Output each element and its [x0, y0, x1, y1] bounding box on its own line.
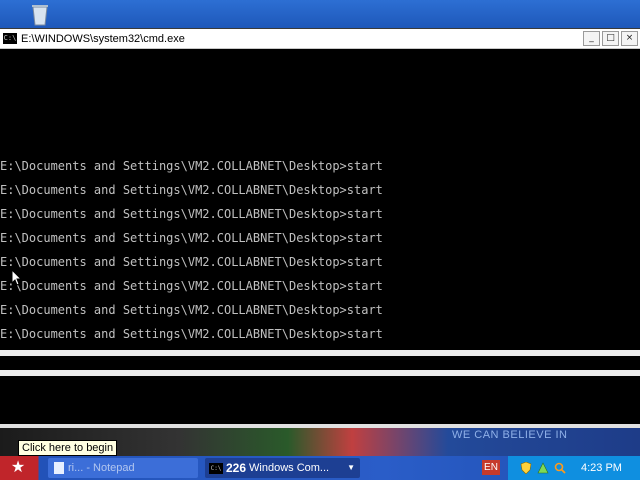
recycle-bin-icon[interactable]	[30, 2, 50, 26]
taskbar-cmd-group-button[interactable]: C:\ 226 Windows Com... ▼	[205, 458, 360, 478]
language-indicator[interactable]: EN	[482, 460, 500, 475]
network-icon[interactable]	[537, 462, 549, 474]
shield-icon[interactable]	[520, 462, 532, 474]
cmd-taskbar-icon: C:\	[209, 462, 223, 474]
desktop-background	[0, 0, 640, 30]
search-icon[interactable]	[554, 462, 566, 474]
window-title: E:\WINDOWS\system32\cmd.exe	[21, 32, 185, 45]
taskbar: ★ ri... - Notepad C:\ 226 Windows Com...…	[0, 456, 640, 480]
taskbar-cmd-count: 226	[226, 461, 247, 475]
window-titlebar[interactable]: C:\ E:\WINDOWS\system32\cmd.exe _ □ ×	[0, 29, 640, 49]
system-tray: 4:23 PM	[508, 456, 640, 480]
cmd-app-icon[interactable]: C:\	[3, 33, 17, 44]
console-line: E:\Documents and Settings\VM2.COLLABNET\…	[0, 279, 383, 293]
taskbar-cmd-label: Windows Com...	[249, 462, 330, 474]
console-line: E:\Documents and Settings\VM2.COLLABNET\…	[0, 183, 383, 197]
console-line: E:\Documents and Settings\VM2.COLLABNET\…	[0, 327, 383, 341]
console-line: E:\Documents and Settings\VM2.COLLABNET\…	[0, 231, 383, 245]
mouse-pointer-icon	[12, 270, 22, 286]
taskbar-notepad-label: ri... - Notepad	[68, 462, 135, 474]
taskbar-notepad-button[interactable]: ri... - Notepad	[48, 458, 198, 478]
window-fragment	[0, 356, 640, 370]
chevron-down-icon: ▼	[347, 463, 355, 472]
minimize-button[interactable]: _	[583, 31, 600, 46]
cmd-window: C:\ E:\WINDOWS\system32\cmd.exe _ □ × E:…	[0, 28, 640, 351]
notepad-icon	[54, 462, 64, 474]
console-line: E:\Documents and Settings\VM2.COLLABNET\…	[0, 255, 383, 269]
close-button[interactable]: ×	[621, 31, 638, 46]
console-line: E:\Documents and Settings\VM2.COLLABNET\…	[0, 207, 383, 221]
start-tooltip: Click here to begin	[18, 440, 118, 456]
system-clock[interactable]: 4:23 PM	[581, 462, 622, 474]
maximize-button[interactable]: □	[602, 31, 619, 46]
console-output[interactable]: E:\Documents and Settings\VM2.COLLABNET\…	[0, 49, 640, 351]
console-line: E:\Documents and Settings\VM2.COLLABNET\…	[0, 303, 383, 317]
console-line: E:\Documents and Settings\VM2.COLLABNET\…	[0, 159, 383, 173]
wallpaper-slogan: WE CAN BELIEVE IN	[452, 429, 568, 441]
window-fragment	[0, 376, 640, 424]
start-button[interactable]: ★	[0, 456, 36, 480]
